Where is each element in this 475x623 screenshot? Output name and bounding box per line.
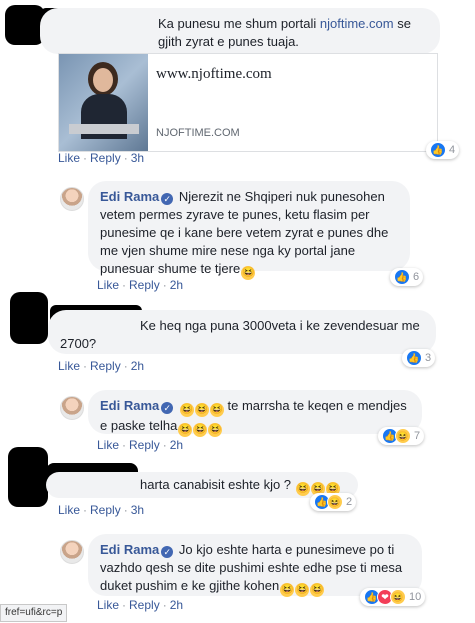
reaction-count[interactable]: 👍 ❤ 😆 10 — [360, 588, 426, 606]
laughing-emoji-icon: 😆 — [280, 583, 295, 597]
link-preview-card[interactable]: www.njoftime.com NJOFTIME.COM — [58, 53, 438, 152]
avatar[interactable] — [60, 187, 84, 211]
haha-icon: 😆 — [395, 428, 411, 444]
verified-badge-icon: ✓ — [161, 193, 174, 205]
laughing-emoji-icon: 😆 — [208, 423, 223, 437]
redacted-avatar — [5, 5, 45, 45]
comment-text: te marrsha te keqen e mendjes — [227, 398, 407, 413]
author-name[interactable]: Edi Rama — [100, 398, 159, 413]
reply-button[interactable]: Reply — [90, 503, 121, 517]
laughing-emoji-icon: 😆 — [241, 266, 256, 280]
timestamp[interactable]: 2h — [170, 438, 183, 452]
comment-actions: Like · Reply · 2h — [97, 598, 184, 612]
laughing-emoji-icon: 😆 — [194, 403, 209, 417]
comment-bubble-4: Edi Rama ✓ 😆 😆 😆 te marrsha te keqen e mend… — [88, 390, 422, 437]
reaction-count[interactable]: 👍 4 — [426, 141, 460, 159]
comment-actions: Like · Reply · 2h — [97, 278, 184, 292]
comment-bubble-2: Edi Rama ✓ Njerezit ne Shqiperi nuk punes… — [88, 181, 410, 280]
comment-text: Jo kjo eshte harta e punesimeve po ti — [178, 542, 395, 557]
reply-button[interactable]: Reply — [90, 151, 121, 165]
like-icon: 👍 — [394, 269, 410, 285]
comment-text: e paske telha — [100, 418, 178, 433]
laughing-emoji-icon: 😆 — [179, 403, 194, 417]
njoftime-link[interactable]: njoftime.com — [320, 16, 394, 31]
reaction-count[interactable]: 👍 😆 7 — [378, 427, 425, 445]
comment-actions: Like · Reply · 2h — [58, 359, 145, 373]
reaction-count[interactable]: 👍 3 — [402, 349, 436, 367]
comment-text: Ke heq nga puna 3000veta i ke zevendesua… — [140, 318, 420, 333]
timestamp[interactable]: 2h — [170, 598, 183, 612]
haha-icon: 😆 — [390, 589, 406, 605]
avatar[interactable] — [60, 396, 84, 420]
like-button[interactable]: Like — [58, 359, 80, 373]
redacted-avatar — [8, 447, 48, 507]
laughing-emoji-icon: 😆 — [295, 482, 310, 496]
comment-text: duket pushim e ke gjithe kohen — [100, 578, 280, 593]
laughing-emoji-icon: 😆 — [178, 423, 193, 437]
comment-bubble-3: Ke heq nga puna 3000veta i ke zevendesua… — [48, 310, 436, 354]
redacted-avatar — [10, 292, 48, 344]
comment-actions: Like · Reply · 2h — [97, 438, 184, 452]
reply-button[interactable]: Reply — [129, 278, 160, 292]
reaction-count[interactable]: 👍 6 — [390, 268, 424, 286]
like-button[interactable]: Like — [97, 598, 119, 612]
comment-text: Ka punesu me shum portali — [158, 16, 320, 31]
preview-url: www.njoftime.com — [156, 66, 272, 82]
laughing-emoji-icon: 😆 — [310, 583, 325, 597]
like-icon: 👍 — [430, 142, 446, 158]
like-button[interactable]: Like — [58, 151, 80, 165]
like-button[interactable]: Like — [58, 503, 80, 517]
status-bar-url: fref=ufi&rc=p — [0, 604, 68, 622]
reply-button[interactable]: Reply — [129, 598, 160, 612]
avatar[interactable] — [60, 540, 84, 564]
preview-image — [59, 54, 148, 151]
laughing-emoji-icon: 😆 — [209, 403, 224, 417]
author-name[interactable]: Edi Rama — [100, 542, 159, 557]
timestamp[interactable]: 3h — [131, 503, 144, 517]
laughing-emoji-icon: 😆 — [295, 583, 310, 597]
comment-text: harta canabisit eshte kjo ? — [140, 477, 292, 492]
like-button[interactable]: Like — [97, 438, 119, 452]
reply-button[interactable]: Reply — [90, 359, 121, 373]
haha-icon: 😆 — [327, 494, 343, 510]
comment-bubble-6: Edi Rama ✓ Jo kjo eshte harta e punesimev… — [88, 534, 422, 597]
comment-bubble-5: harta canabisit eshte kjo ? 😆 😆 😆 — [46, 472, 358, 498]
comment-bubble-1: Ka punesu me shum portali njoftime.com s… — [40, 8, 440, 54]
author-name[interactable]: Edi Rama — [100, 189, 159, 204]
timestamp[interactable]: 3h — [131, 151, 144, 165]
laughing-emoji-icon: 😆 — [193, 423, 208, 437]
comment-text: vazhdo qesh se dite pushimi eshte edhe p… — [100, 560, 403, 575]
comment-actions: Like · Reply · 3h — [58, 151, 145, 165]
verified-badge-icon: ✓ — [161, 402, 174, 414]
preview-domain: NJOFTIME.COM — [156, 127, 240, 139]
comment-text: 2700? — [60, 336, 97, 351]
timestamp[interactable]: 2h — [131, 359, 144, 373]
like-button[interactable]: Like — [97, 278, 119, 292]
reaction-count[interactable]: 👍 😆 2 — [310, 493, 357, 511]
reply-button[interactable]: Reply — [129, 438, 160, 452]
like-icon: 👍 — [406, 350, 422, 366]
timestamp[interactable]: 2h — [170, 278, 183, 292]
verified-badge-icon: ✓ — [161, 546, 174, 558]
comment-actions: Like · Reply · 3h — [58, 503, 145, 517]
